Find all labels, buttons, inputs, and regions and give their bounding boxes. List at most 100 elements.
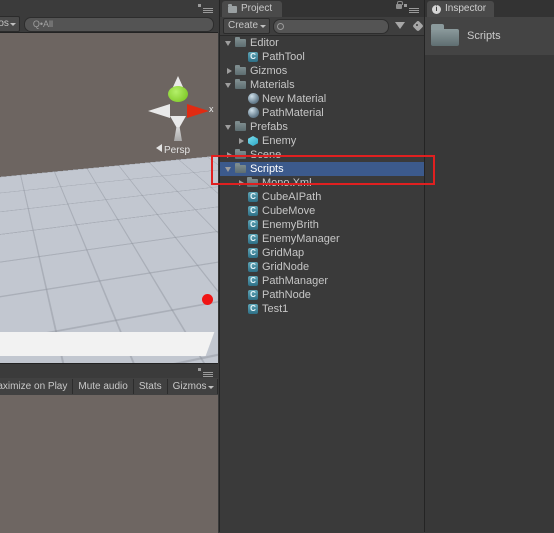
folder-icon xyxy=(234,120,248,134)
tree-row-label: PathMaterial xyxy=(262,107,324,119)
scene-view-toolbar: mos Q•All xyxy=(0,0,218,33)
tree-row-label: EnemyBrith xyxy=(262,219,319,231)
tree-row[interactable]: Mono.Xml xyxy=(220,176,424,190)
game-tabstrip-menu-icon[interactable] xyxy=(198,368,214,377)
gizmo-x-axis-label: x xyxy=(209,104,214,114)
tree-row[interactable]: PathManager xyxy=(220,274,424,288)
stats-toggle[interactable]: Stats xyxy=(134,379,168,394)
tree-row[interactable]: Enemy xyxy=(220,134,424,148)
tree-row[interactable]: New Material xyxy=(220,92,424,106)
mute-audio-toggle[interactable]: Mute audio xyxy=(73,379,134,394)
inspector-panel: i Inspector Scripts xyxy=(424,0,554,532)
tree-row[interactable]: Materials xyxy=(220,78,424,92)
project-toolbar: Create xyxy=(220,17,430,36)
tree-row-label: PathManager xyxy=(262,275,329,287)
gizmo-projection-toggle[interactable]: Persp xyxy=(156,144,190,156)
tree-row[interactable]: Gizmos xyxy=(220,64,424,78)
tab-inspector[interactable]: i Inspector xyxy=(427,1,495,17)
tree-row-label: Materials xyxy=(250,79,295,91)
folder-icon xyxy=(234,162,248,176)
project-asset-tree[interactable]: Editor PathTool Gizmos Materials New Materia… xyxy=(220,36,424,532)
folder-icon xyxy=(246,176,260,190)
tab-project[interactable]: Project xyxy=(222,1,283,17)
scene-plane-edge xyxy=(0,332,215,356)
chevron-right-icon[interactable] xyxy=(236,134,246,148)
scene-red-marker-dot[interactable] xyxy=(202,294,213,305)
project-tabstrip-menu-icon[interactable] xyxy=(404,4,420,13)
tree-row-label: Prefabs xyxy=(250,121,288,133)
csharp-script-icon xyxy=(246,232,260,246)
tree-row[interactable]: EnemyBrith xyxy=(220,218,424,232)
scene-search-input[interactable]: Q•All xyxy=(23,16,214,32)
game-view[interactable]: Maximize on Play Mute audio Stats Gizmos xyxy=(0,363,218,533)
tree-row[interactable]: Scene xyxy=(220,148,424,162)
game-gizmos-dropdown[interactable]: Gizmos xyxy=(168,379,218,394)
tree-row[interactable]: EnemyManager xyxy=(220,232,424,246)
create-button[interactable]: Create xyxy=(223,18,271,34)
tree-row-label: PathTool xyxy=(262,51,305,63)
tree-row[interactable]: GridMap xyxy=(220,246,424,260)
lock-icon[interactable] xyxy=(396,1,403,9)
scene-viewport[interactable]: x Persp xyxy=(0,32,218,363)
chevron-down-icon[interactable] xyxy=(224,162,234,176)
scene-tool-row: mos Q•All xyxy=(0,16,218,32)
tree-row[interactable]: Test1 xyxy=(220,302,424,316)
tree-row-label: GridNode xyxy=(262,261,310,273)
tree-row[interactable]: Scripts xyxy=(220,162,424,176)
tree-row[interactable]: CubeAIPath xyxy=(220,190,424,204)
folder-icon xyxy=(234,148,248,162)
chevron-right-icon[interactable] xyxy=(224,148,234,162)
tree-row-label: Scripts xyxy=(250,163,284,175)
scene-orientation-gizmo[interactable]: x Persp xyxy=(146,72,216,156)
tree-row[interactable]: PathTool xyxy=(220,50,424,64)
csharp-script-icon xyxy=(246,302,260,316)
tree-row[interactable]: PathNode xyxy=(220,288,424,302)
chevron-down-icon[interactable] xyxy=(224,120,234,134)
filter-icon[interactable] xyxy=(392,19,408,33)
folder-icon xyxy=(431,24,459,48)
folder-icon xyxy=(228,3,237,13)
game-tabstrip xyxy=(0,364,218,378)
tree-row-label: Test1 xyxy=(262,303,289,315)
gizmo-negative-x-axis-icon[interactable] xyxy=(148,104,170,118)
scene-view[interactable]: x Persp mos Q•All xyxy=(0,0,218,363)
tree-row[interactable]: PathMaterial xyxy=(220,106,424,120)
folder-icon xyxy=(234,78,248,92)
gizmo-projection-label: Persp xyxy=(164,145,191,156)
maximize-on-play-toggle[interactable]: Maximize on Play xyxy=(0,379,74,394)
game-view-toolbar: Maximize on Play Mute audio Stats Gizmos xyxy=(0,378,218,396)
chevron-right-icon[interactable] xyxy=(224,64,234,78)
gizmo-y-axis-icon[interactable] xyxy=(168,86,188,102)
folder-icon xyxy=(234,64,248,78)
gizmo-x-axis-icon[interactable] xyxy=(187,104,209,118)
game-viewport[interactable] xyxy=(0,395,218,533)
inspector-asset-header: Scripts xyxy=(425,17,554,56)
scene-tabstrip-menu-icon[interactable] xyxy=(198,4,214,13)
chevron-right-icon[interactable] xyxy=(236,176,246,190)
scene-gizmos-dropdown[interactable]: mos xyxy=(0,16,20,32)
tree-row[interactable]: CubeMove xyxy=(220,204,424,218)
tree-row-label: Gizmos xyxy=(250,65,288,77)
tree-row[interactable]: Prefabs xyxy=(220,120,424,134)
chevron-down-icon[interactable] xyxy=(224,36,234,50)
tab-project-label: Project xyxy=(241,3,273,14)
tree-row[interactable]: GridNode xyxy=(220,260,424,274)
project-search-input[interactable] xyxy=(273,18,389,34)
csharp-script-icon xyxy=(246,274,260,288)
csharp-script-icon xyxy=(246,260,260,274)
tree-row[interactable]: Editor xyxy=(220,36,424,50)
chevron-down-icon[interactable] xyxy=(224,78,234,92)
inspector-tabstrip: i Inspector xyxy=(425,0,554,17)
tree-row-label: Editor xyxy=(250,37,279,49)
csharp-script-icon xyxy=(246,50,260,64)
